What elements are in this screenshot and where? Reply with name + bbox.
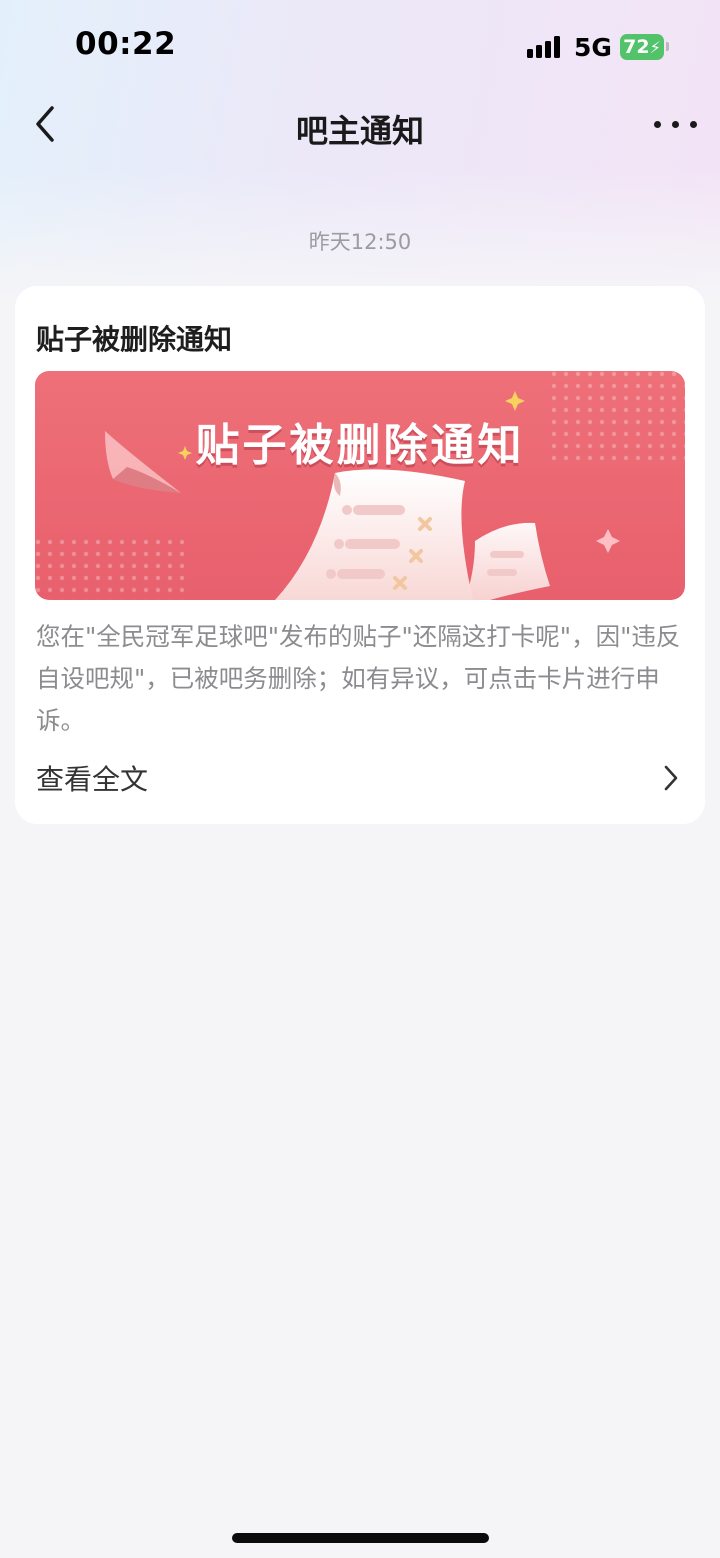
more-dots-icon [654,121,661,128]
chevron-right-icon [664,765,678,791]
signal-icon [527,36,563,58]
network-type: 5G [574,33,612,62]
view-full-label: 查看全文 [36,763,149,796]
notification-body: 您在"全民冠军足球吧"发布的贴子"还隔这打卡呢"，因"违反自设吧规"，已被吧务删… [36,622,681,735]
home-indicator[interactable] [232,1533,489,1543]
banner-illustration [35,371,685,600]
card-title: 贴子被删除通知 [36,323,233,356]
more-dot [690,121,697,128]
page-title: 吧主通知 [295,112,424,150]
more-button[interactable] [646,106,698,142]
notification-banner: 贴子被删除通知 [35,371,685,600]
more-dot [672,121,679,128]
banner-title: 贴子被删除通知 [195,420,525,471]
notification-card[interactable]: 贴子被删除通知 贴子被删除通知 您在"全民冠军足球吧"发布的贴子"还隔这打卡呢"… [15,286,705,824]
view-full-button[interactable]: 查看全文 [15,748,705,808]
status-time: 00:22 [75,26,177,62]
battery-level: 72 [623,36,650,58]
battery-tip [666,42,669,51]
message-timestamp: 昨天12:50 [308,230,412,254]
battery-icon: 72 ⚡ [620,34,664,60]
